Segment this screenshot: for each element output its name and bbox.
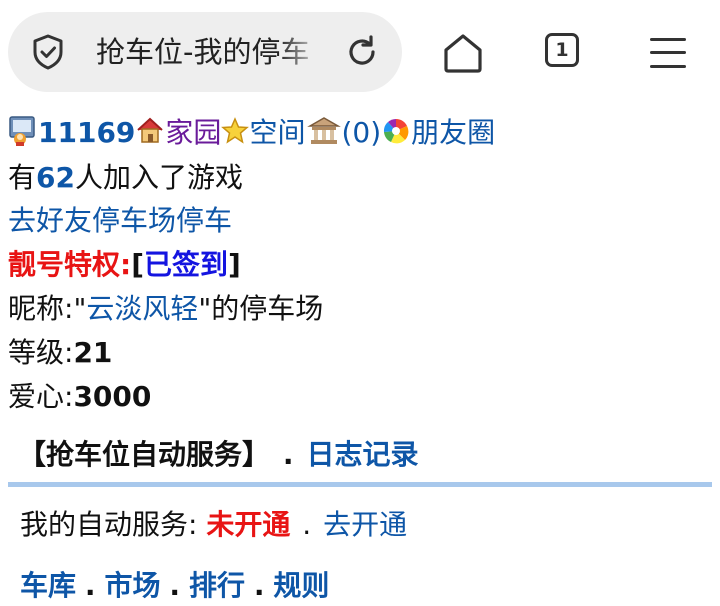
level-value: 21	[73, 336, 113, 369]
status-row: 11169 家园 空间 (0) 朋友圈	[8, 113, 495, 153]
star-icon	[221, 117, 250, 144]
dot-separator: .	[302, 508, 312, 541]
auto-service-row: 【抢车位自动服务】 . 日志记录	[18, 435, 418, 475]
moments-link[interactable]: 朋友圈	[411, 116, 495, 149]
love-row: 爱心:3000	[8, 377, 151, 417]
bank-icon	[307, 117, 342, 144]
tab-count: 1	[555, 39, 569, 61]
browser-toolbar: 抢车位-我的停车 1	[0, 0, 720, 104]
my-service-label: 我的自动服务:	[20, 508, 198, 541]
level-label: 等级:	[8, 336, 74, 369]
dot-separator: .	[169, 569, 181, 602]
dot-separator: .	[282, 438, 294, 471]
love-value: 3000	[73, 380, 152, 413]
garage-link[interactable]: 车库	[20, 569, 76, 602]
bracket-open: [	[131, 248, 144, 281]
privilege-row: 靓号特权:[已签到]	[8, 245, 241, 285]
nickname-link[interactable]: 云淡风轻	[86, 292, 198, 325]
nickname-prefix: 昵称:	[8, 292, 74, 325]
menu-icon[interactable]	[650, 36, 688, 70]
friends-row: 去好友停车场停车	[8, 201, 232, 241]
players-suffix: 人加入了游戏	[74, 161, 243, 194]
players-count: 62	[36, 161, 75, 194]
space-link[interactable]: 空间	[249, 116, 305, 149]
user-id-link[interactable]: 11169	[38, 116, 135, 149]
open-service-link[interactable]: 去开通	[323, 508, 407, 541]
quote-close: "	[198, 292, 212, 325]
reload-icon[interactable]	[342, 32, 382, 72]
nickname-suffix: 的停车场	[211, 292, 324, 325]
ranking-link[interactable]: 排行	[189, 569, 245, 602]
players-prefix: 有	[8, 161, 37, 194]
bracket-close: ]	[228, 248, 241, 281]
tabs-button[interactable]: 1	[545, 33, 585, 73]
signed-in-link[interactable]: 已签到	[144, 248, 228, 281]
dot-separator: .	[84, 569, 96, 602]
rules-link[interactable]: 规则	[273, 569, 329, 602]
quote-open: "	[73, 292, 87, 325]
privilege-label: 靓号特权:	[8, 248, 132, 281]
shield-icon[interactable]	[28, 32, 68, 72]
address-bar[interactable]: 抢车位-我的停车	[8, 12, 402, 92]
url-text[interactable]: 抢车位-我的停车	[96, 12, 324, 92]
players-row: 有62人加入了游戏	[8, 158, 243, 198]
bottom-nav: 车库 . 市场 . 排行 . 规则	[20, 566, 329, 606]
my-service-status: 未开通	[206, 508, 291, 541]
log-link[interactable]: 日志记录	[306, 438, 418, 471]
market-link[interactable]: 市场	[104, 569, 160, 602]
nickname-row: 昵称:"云淡风轻"的停车场	[8, 289, 323, 329]
love-label: 爱心:	[8, 380, 74, 413]
auto-service-title: 【抢车位自动服务】	[18, 438, 271, 471]
friends-parking-link[interactable]: 去好友停车场停车	[8, 204, 232, 237]
home-icon[interactable]	[440, 30, 486, 76]
level-row: 等级:21	[8, 333, 112, 373]
section-divider	[8, 482, 712, 487]
home-link[interactable]: 家园	[165, 116, 221, 149]
house-icon	[137, 117, 164, 143]
bank-count-link[interactable]: (0)	[341, 116, 381, 149]
my-service-row: 我的自动服务: 未开通 . 去开通	[20, 505, 407, 545]
aperture-icon	[384, 118, 409, 144]
user-icon	[9, 116, 35, 146]
dot-separator: .	[253, 569, 265, 602]
